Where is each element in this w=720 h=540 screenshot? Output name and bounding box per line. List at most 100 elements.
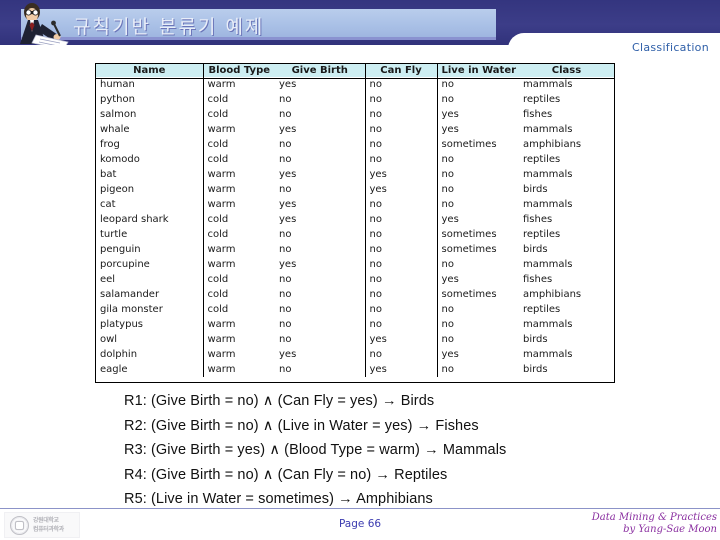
cell-give-birth: yes [279, 349, 297, 360]
cell-name: human [100, 79, 135, 90]
table-row: salmon cold no no yes fishes [96, 107, 614, 122]
cell-blood-type: cold [202, 107, 275, 122]
cell-name: salmon [100, 109, 137, 120]
cell-name: salamander [100, 289, 160, 300]
cell-blood-type: warm [202, 332, 275, 347]
cell-blood-type: cold [202, 287, 275, 302]
cell-blood-type: warm [202, 347, 275, 362]
cell-can-fly: no [364, 347, 437, 362]
credit-title: Data Mining & Practices [591, 512, 717, 523]
column-header-class: Class [519, 64, 614, 77]
cell-name: gila monster [100, 304, 163, 315]
cell-live-in-water: no [436, 167, 519, 182]
cell-can-fly: no [364, 197, 437, 212]
cell-class: fishes [523, 109, 553, 120]
cell-blood-type: cold [202, 152, 275, 167]
cell-give-birth: yes [279, 259, 297, 270]
table-row: leopard shark cold yes no yes fishes [96, 212, 614, 227]
cell-class: birds [523, 184, 548, 195]
cell-blood-type: warm [202, 257, 275, 272]
column-header-give-birth: Give Birth [275, 64, 365, 77]
cell-blood-type: warm [202, 182, 275, 197]
cell-live-in-water: no [436, 362, 519, 377]
cell-give-birth: no [279, 289, 292, 300]
cell-name: eagle [100, 364, 128, 375]
cell-blood-type: warm [202, 122, 275, 137]
cell-live-in-water: no [436, 302, 519, 317]
cell-give-birth: yes [279, 214, 297, 225]
table-header-row: Name Blood Type Give Birth Can Fly Live … [96, 64, 614, 77]
cell-blood-type: cold [202, 92, 275, 107]
footer-credit: Data Mining & Practices by Yang-Sae Moon [592, 512, 717, 536]
cell-give-birth: yes [279, 169, 297, 180]
cell-live-in-water: no [436, 77, 519, 92]
cell-class: mammals [523, 199, 573, 210]
rule-line-4: R4: (Give Birth = no) ∧ (Can Fly = no) →… [124, 466, 448, 483]
table-header-rule [95, 78, 615, 79]
cell-class: mammals [523, 319, 573, 330]
cell-name: komodo [100, 154, 140, 165]
cell-blood-type: cold [202, 137, 275, 152]
cell-live-in-water: no [436, 197, 519, 212]
cell-give-birth: no [279, 94, 292, 105]
slide: 규칙기반 분류기 예제 Classification Name Blood Ty… [0, 0, 720, 540]
cell-class: reptiles [523, 229, 561, 240]
credit-author: by Yang-Sae Moon [623, 524, 717, 535]
column-header-blood-type: Blood Type [202, 64, 275, 77]
animal-attribute-table: Name Blood Type Give Birth Can Fly Live … [96, 64, 614, 377]
cell-can-fly: no [364, 152, 437, 167]
rule-line-3: R3: (Give Birth = yes) ∧ (Blood Type = w… [124, 442, 507, 459]
cell-blood-type: warm [202, 242, 275, 257]
table-row: whale warm yes no yes mammals [96, 122, 614, 137]
table-row: python cold no no no reptiles [96, 92, 614, 107]
cell-live-in-water: yes [436, 347, 519, 362]
table-row: gila monster cold no no no reptiles [96, 302, 614, 317]
cell-class: birds [523, 334, 548, 345]
cell-can-fly: yes [364, 332, 437, 347]
rule-line-2: R2: (Give Birth = no) ∧ (Live in Water =… [124, 417, 479, 434]
cell-blood-type: warm [202, 197, 275, 212]
column-header-name: Name [96, 64, 203, 77]
cell-can-fly: no [364, 287, 437, 302]
cell-live-in-water: no [436, 92, 519, 107]
table-row: salamander cold no no sometimes amphibians [96, 287, 614, 302]
cell-name: porcupine [100, 259, 150, 270]
cell-name: eel [100, 274, 116, 285]
cell-class: birds [523, 244, 548, 255]
cell-live-in-water: sometimes [436, 287, 519, 302]
cell-class: amphibians [523, 289, 582, 300]
cell-class: reptiles [523, 304, 561, 315]
cell-name: pigeon [100, 184, 135, 195]
cell-can-fly: no [364, 257, 437, 272]
table-row: penguin warm no no sometimes birds [96, 242, 614, 257]
cell-give-birth: yes [279, 124, 297, 135]
cell-give-birth: no [279, 154, 292, 165]
table-row: frog cold no no sometimes amphibians [96, 137, 614, 152]
cell-give-birth: no [279, 244, 292, 255]
cell-give-birth: yes [279, 199, 297, 210]
cell-blood-type: warm [202, 317, 275, 332]
cell-name: penguin [100, 244, 141, 255]
rule-set: R1: (Give Birth = no) ∧ (Can Fly = yes) … [124, 389, 644, 512]
cell-class: mammals [523, 349, 573, 360]
cell-can-fly: no [364, 227, 437, 242]
cell-give-birth: no [279, 184, 292, 195]
cell-can-fly: no [364, 77, 437, 92]
cell-can-fly: no [364, 107, 437, 122]
cell-give-birth: no [279, 319, 292, 330]
cell-can-fly: no [364, 272, 437, 287]
cell-blood-type: warm [202, 77, 275, 92]
cell-live-in-water: yes [436, 122, 519, 137]
cell-live-in-water: no [436, 182, 519, 197]
cell-live-in-water: yes [436, 272, 519, 287]
cell-live-in-water: yes [436, 107, 519, 122]
cell-give-birth: no [279, 364, 292, 375]
cell-blood-type: cold [202, 302, 275, 317]
table-row: owl warm no yes no birds [96, 332, 614, 347]
cell-live-in-water: sometimes [436, 137, 519, 152]
cell-can-fly: no [364, 302, 437, 317]
rule-line-1: R1: (Give Birth = no) ∧ (Can Fly = yes) … [124, 393, 435, 409]
table-row: human warm yes no no mammals [96, 77, 614, 92]
cell-give-birth: no [279, 334, 292, 345]
cell-can-fly: no [364, 242, 437, 257]
